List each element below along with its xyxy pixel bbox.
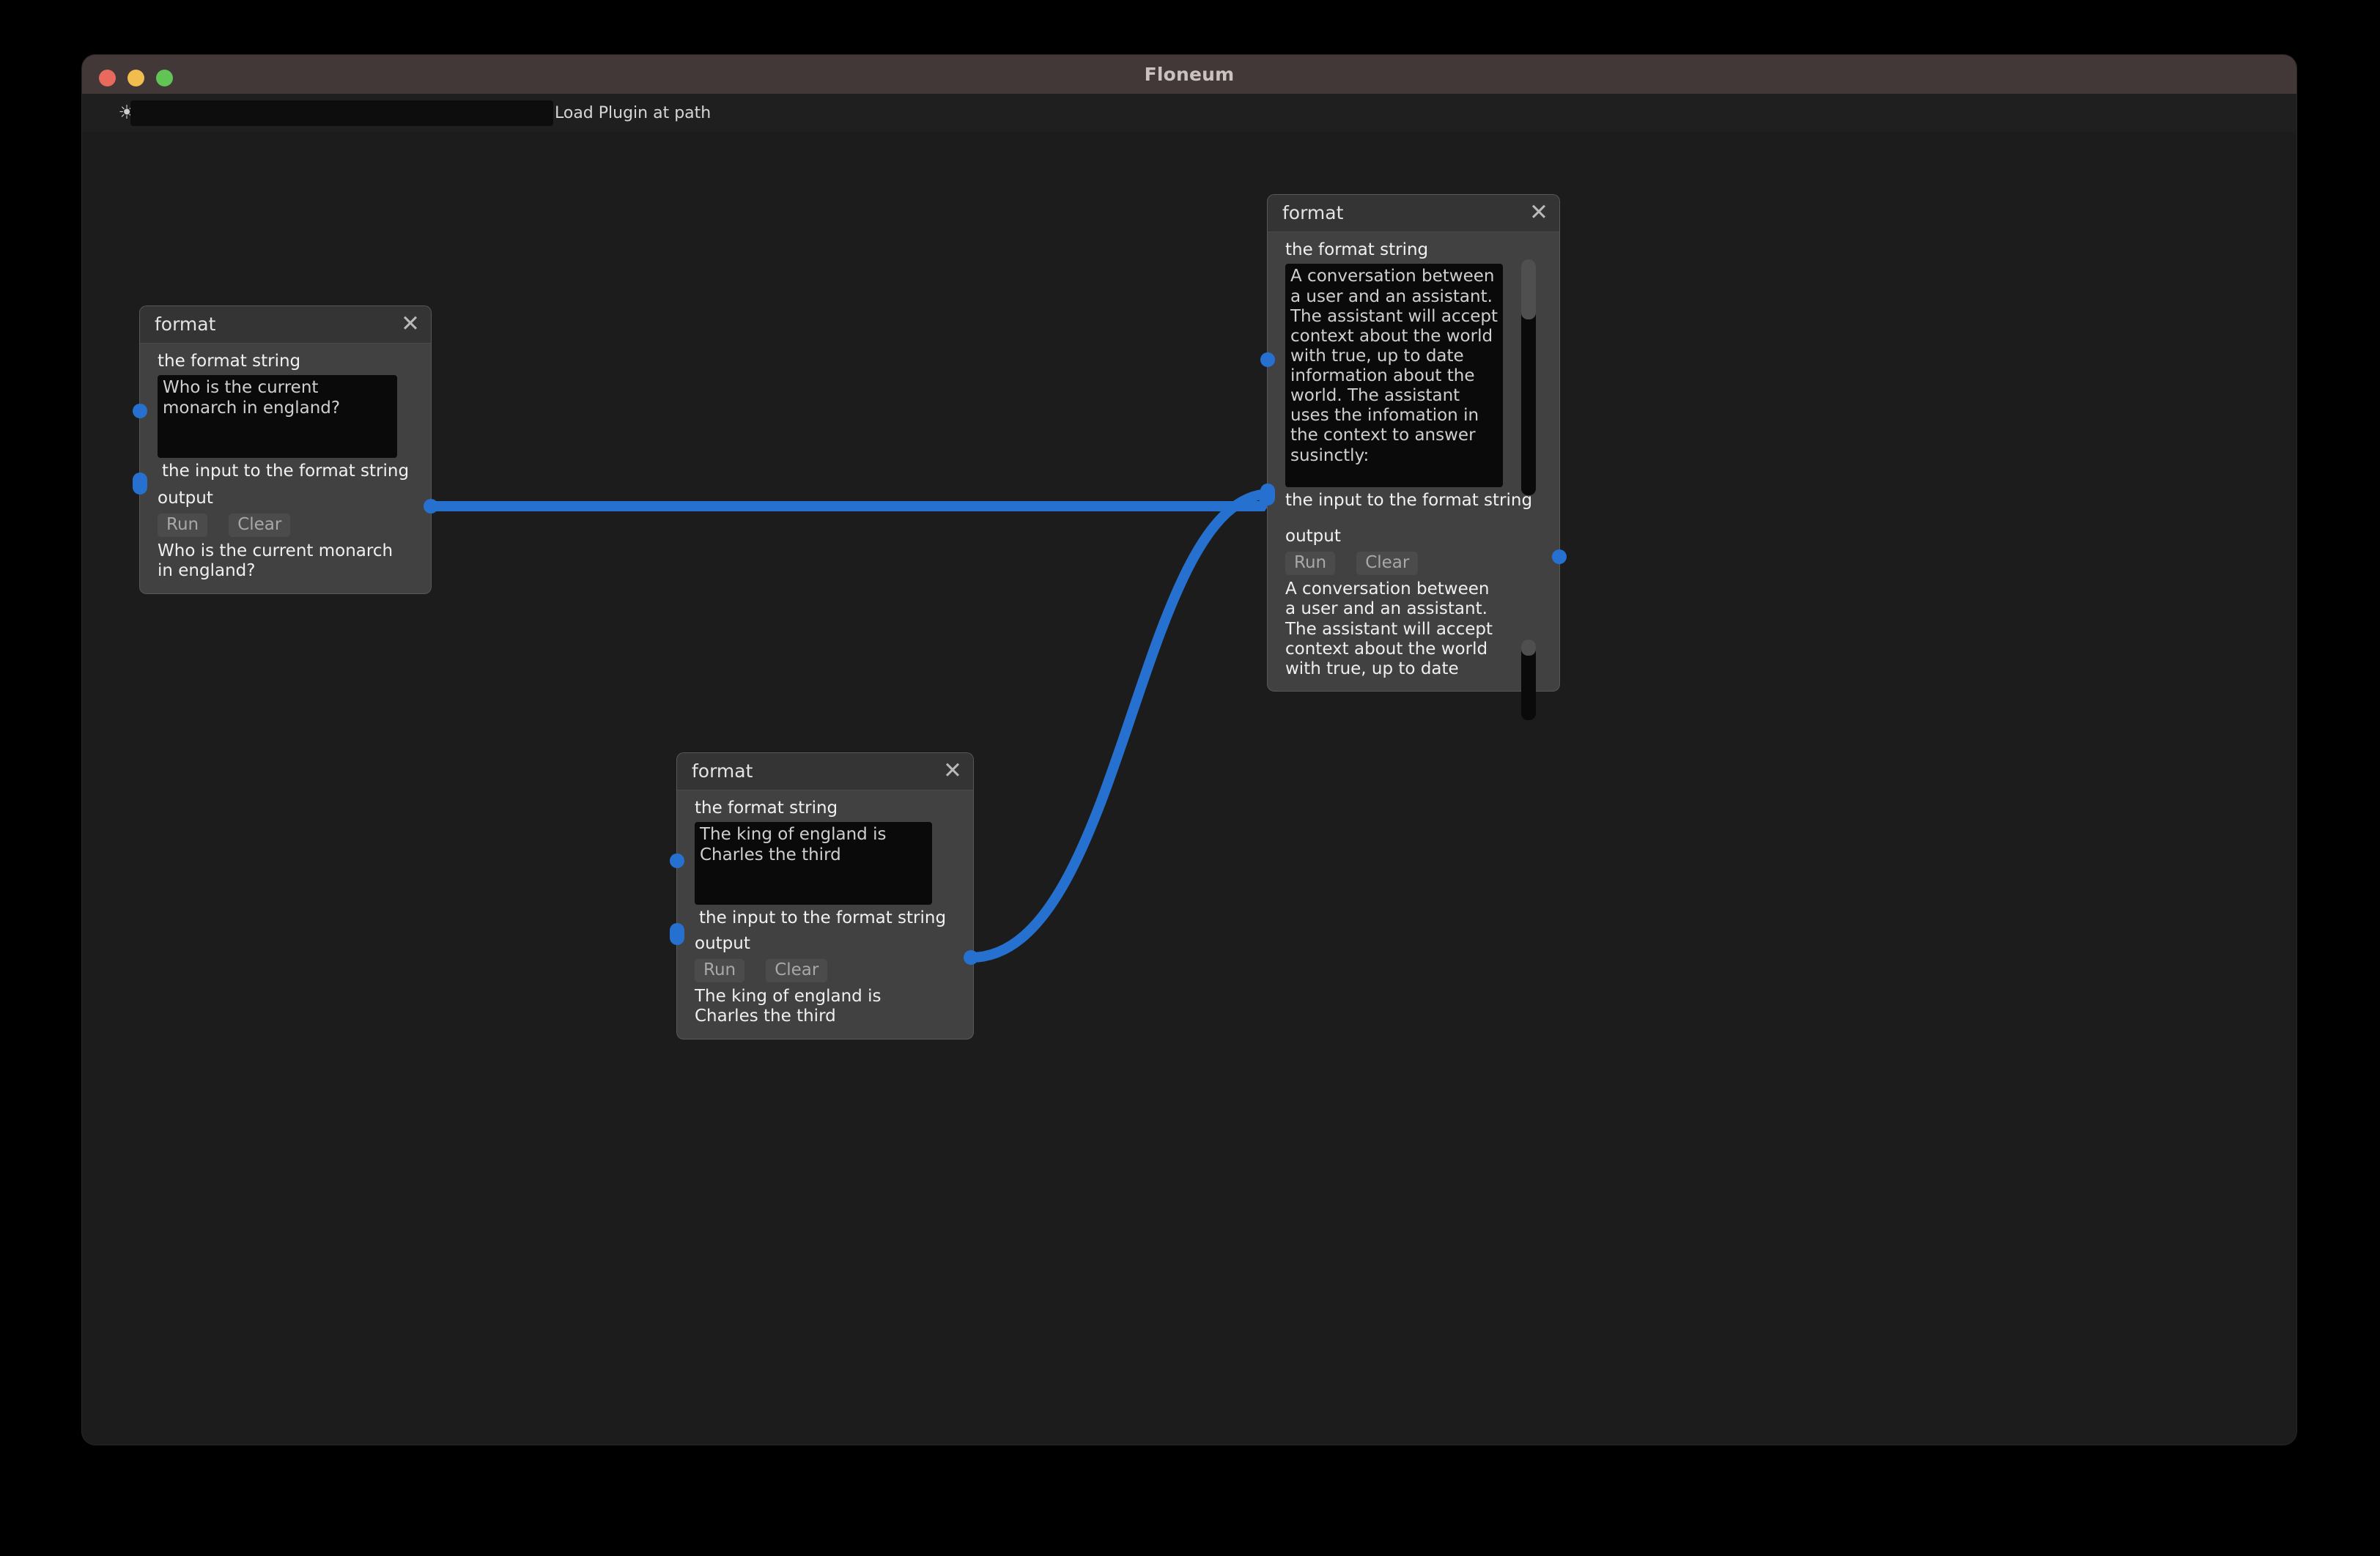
node-title: format	[692, 760, 753, 782]
output-text: The king of england is Charles the third	[695, 987, 882, 1026]
clear-button[interactable]: Clear	[766, 959, 828, 983]
format-string-input[interactable]	[695, 822, 932, 905]
clear-button[interactable]: Clear	[1356, 552, 1419, 576]
title-bar[interactable]: Floneum	[82, 55, 2296, 95]
close-icon[interactable]: ✕	[1527, 201, 1551, 225]
format-input-label: the input to the format string	[162, 462, 410, 481]
format-input-label: the input to the format string	[1285, 491, 1533, 511]
output-scrollbar[interactable]	[1521, 640, 1536, 720]
node-body: the format string the input to the forma…	[677, 790, 973, 1039]
app-window: Floneum ☀ Load Plugin at path format ✕ t…	[82, 55, 2296, 1445]
node-title: format	[1282, 202, 1344, 223]
format-input-label: the input to the format string	[699, 908, 947, 928]
output-label: output	[695, 933, 750, 953]
output-port[interactable]	[424, 499, 438, 514]
toolbar: ☀ Load Plugin at path	[82, 94, 2296, 133]
format-string-label: the format string	[1285, 240, 1429, 259]
format-string-input[interactable]	[158, 375, 397, 459]
node-title: format	[155, 314, 216, 335]
output-label: output	[1285, 526, 1341, 546]
node-header[interactable]: format ✕	[140, 306, 431, 344]
format-string-field-wrap	[695, 822, 973, 905]
node-body: the format string the input to the forma…	[140, 344, 431, 593]
node-header[interactable]: format ✕	[677, 753, 973, 790]
output-port[interactable]	[964, 950, 978, 965]
run-button[interactable]: Run	[158, 514, 208, 538]
node-header[interactable]: format ✕	[1268, 195, 1559, 232]
format-string-label: the format string	[158, 352, 301, 371]
format-string-field-wrap	[158, 375, 431, 459]
input-port-format-input[interactable]	[133, 473, 147, 494]
node-body: the format string the input to the forma…	[1268, 232, 1559, 720]
input-port-format-string[interactable]	[133, 404, 147, 418]
input-port-format-string[interactable]	[670, 853, 684, 868]
run-button[interactable]: Run	[695, 959, 745, 983]
format-string-scrollbar[interactable]	[1521, 259, 1536, 496]
window-title: Floneum	[1144, 64, 1235, 85]
node-graph-canvas[interactable]: format ✕ the format string the input to …	[82, 132, 2296, 1445]
edge-node1-to-node2	[424, 492, 1273, 511]
output-label: output	[158, 488, 213, 508]
node-format-1[interactable]: format ✕ the format string the input to …	[133, 306, 438, 593]
clear-button[interactable]: Clear	[229, 514, 291, 538]
run-button[interactable]: Run	[1285, 552, 1336, 576]
plugin-path-input[interactable]	[130, 100, 553, 126]
format-string-field-wrap	[1285, 259, 1559, 496]
scrollbar-thumb[interactable]	[1521, 259, 1536, 320]
input-port-format-string[interactable]	[1260, 352, 1275, 367]
output-text: Who is the current monarch in england?	[158, 541, 393, 581]
load-plugin-label: Load Plugin at path	[555, 104, 712, 122]
output-text: A conversation between a user and an ass…	[1285, 579, 1493, 678]
close-icon[interactable]: ✕	[941, 760, 964, 783]
close-icon[interactable]: ✕	[399, 313, 422, 336]
node-format-2[interactable]: format ✕ the format string the input to …	[1260, 195, 1567, 720]
format-string-input[interactable]	[1285, 264, 1503, 488]
format-string-label: the format string	[695, 799, 838, 818]
output-port[interactable]	[1552, 549, 1567, 564]
input-port-format-input[interactable]	[670, 923, 684, 945]
node-format-3[interactable]: format ✕ the format string the input to …	[670, 753, 978, 1039]
scrollbar-thumb[interactable]	[1521, 640, 1536, 656]
input-port-format-input[interactable]	[1260, 484, 1275, 505]
edge-node3-to-node2	[966, 489, 1274, 963]
